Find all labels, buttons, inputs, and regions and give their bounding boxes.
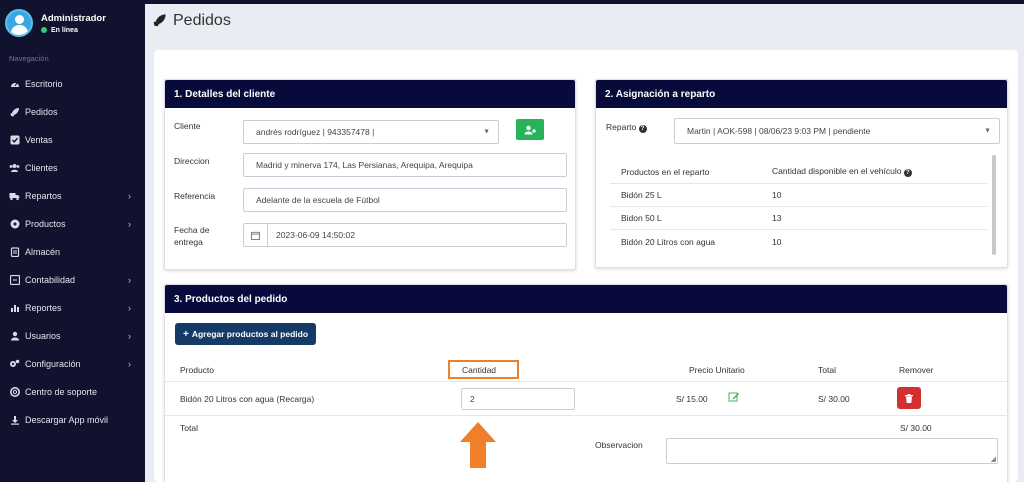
card-header: 1. Detalles del cliente <box>165 80 575 108</box>
chevron-right-icon: › <box>128 275 131 285</box>
table-row: Bidón 20 Litros con agua 10 <box>621 236 782 247</box>
support-icon <box>9 387 20 398</box>
box-icon <box>9 219 20 230</box>
question-circle-icon: ? <box>638 125 647 133</box>
sidebar: Administrador En línea Navegación Escrit… <box>0 0 145 482</box>
card-header: 2. Asignación a reparto <box>596 80 1007 108</box>
chevron-right-icon: › <box>128 331 131 341</box>
trash-icon <box>905 393 913 403</box>
address-label: Direccion <box>174 156 210 166</box>
sidebar-item-ventas[interactable]: Ventas <box>0 126 145 154</box>
rocket-icon <box>153 13 167 29</box>
delivery-date-label: Fecha de entrega <box>174 225 210 247</box>
quantity-highlight-box <box>448 360 519 379</box>
sidebar-item-pedidos[interactable]: Pedidos <box>0 98 145 126</box>
user-status: En línea <box>41 27 106 34</box>
sidebar-item-repartos[interactable]: Repartos › <box>0 182 145 210</box>
quantity-input[interactable]: 2 <box>461 388 575 410</box>
reference-input[interactable]: Adelante de la escuela de Fútbol <box>243 188 567 212</box>
delivery-products-table: Productos en el reparto Cantidad disponi… <box>610 160 988 256</box>
client-select[interactable]: andrés rodríguez | 943357478 | ▼ <box>243 120 499 144</box>
calendar-icon <box>244 224 268 246</box>
sidebar-item-contabilidad[interactable]: Contabilidad › <box>0 266 145 294</box>
arrow-up-icon <box>460 422 496 470</box>
sidebar-nav: Escritorio Pedidos Ventas Clientes Repar… <box>0 70 145 434</box>
user-profile: Administrador En línea <box>5 9 106 37</box>
caret-down-icon: ▼ <box>984 127 991 135</box>
clipboard-icon <box>9 247 20 258</box>
delivery-date-input[interactable]: 2023-06-09 14:50:02 <box>243 223 567 247</box>
address-input[interactable]: Madrid y minerva 174, Las Persianas, Are… <box>243 153 567 177</box>
table-row: Bidón 20 Litros con agua (Recarga) 2 S/ … <box>165 382 1009 416</box>
sidebar-item-soporte[interactable]: Centro de soporte <box>0 378 145 406</box>
plus-icon: + <box>183 328 189 340</box>
table-row: Bidon 50 L 13 <box>610 207 988 230</box>
sidebar-item-descargar-app[interactable]: Descargar App móvil <box>0 406 145 434</box>
scrollbar[interactable] <box>992 155 996 255</box>
sidebar-item-usuarios[interactable]: Usuarios › <box>0 322 145 350</box>
reference-label: Referencia <box>174 191 216 201</box>
reparto-select[interactable]: Martin | AOK-598 | 08/06/23 9:03 PM | pe… <box>674 118 1000 144</box>
tachometer-icon <box>9 79 20 90</box>
sidebar-item-almacen[interactable]: Almacén <box>0 238 145 266</box>
sidebar-item-clientes[interactable]: Clientes <box>0 154 145 182</box>
chevron-right-icon: › <box>128 219 131 229</box>
table-row: Bidón 25 L 10 <box>610 184 988 207</box>
download-icon <box>9 415 20 426</box>
check-square-icon <box>9 135 20 146</box>
bar-chart-icon <box>9 303 20 314</box>
sidebar-item-escritorio[interactable]: Escritorio <box>0 70 145 98</box>
table-header: Producto Cantidad Precio Unitario Total … <box>165 356 1009 382</box>
reparto-label: Reparto ? <box>606 121 647 133</box>
user-icon <box>9 331 20 342</box>
user-name: Administrador <box>41 12 106 24</box>
observation-label: Observacion <box>595 440 643 450</box>
observation-textarea[interactable]: ◢ <box>666 438 998 464</box>
client-details-card: 1. Detalles del cliente Cliente andrés r… <box>164 79 576 270</box>
rocket-icon <box>9 107 20 118</box>
card-header: 3. Productos del pedido <box>165 285 1007 313</box>
delivery-assignment-card: 2. Asignación a reparto Reparto ? Martin… <box>595 79 1008 268</box>
chevron-right-icon: › <box>128 191 131 201</box>
remove-button[interactable] <box>897 387 921 409</box>
question-circle-icon: ? <box>903 169 912 177</box>
cogs-icon <box>9 359 20 370</box>
main-content: 1. Detalles del cliente Cliente andrés r… <box>154 50 1018 482</box>
caret-down-icon: ▼ <box>483 128 490 136</box>
resize-handle-icon[interactable]: ◢ <box>991 455 996 463</box>
online-dot-icon <box>41 27 47 33</box>
page-title: Pedidos <box>173 12 231 29</box>
top-bar <box>145 0 1024 4</box>
client-label: Cliente <box>174 121 201 131</box>
add-client-button[interactable] <box>516 119 544 140</box>
sidebar-item-configuracion[interactable]: Configuración › <box>0 350 145 378</box>
total-value: S/ 30.00 <box>900 423 932 433</box>
avatar <box>5 9 33 37</box>
nav-header: Navegación <box>9 54 49 63</box>
table-header: Productos en el reparto Cantidad disponi… <box>610 160 988 184</box>
truck-icon <box>9 191 20 202</box>
chevron-right-icon: › <box>128 303 131 313</box>
sidebar-item-reportes[interactable]: Reportes › <box>0 294 145 322</box>
user-plus-icon <box>524 125 536 134</box>
page-header: Pedidos <box>153 12 231 30</box>
order-products-card: 3. Productos del pedido + Agregar produc… <box>164 284 1009 482</box>
chevron-right-icon: › <box>128 359 131 369</box>
edit-icon[interactable] <box>728 391 740 405</box>
calculator-icon <box>9 275 20 286</box>
users-icon <box>9 163 20 174</box>
total-label: Total <box>180 423 198 433</box>
sidebar-item-productos[interactable]: Productos › <box>0 210 145 238</box>
add-products-button[interactable]: + Agregar productos al pedido <box>175 323 317 345</box>
